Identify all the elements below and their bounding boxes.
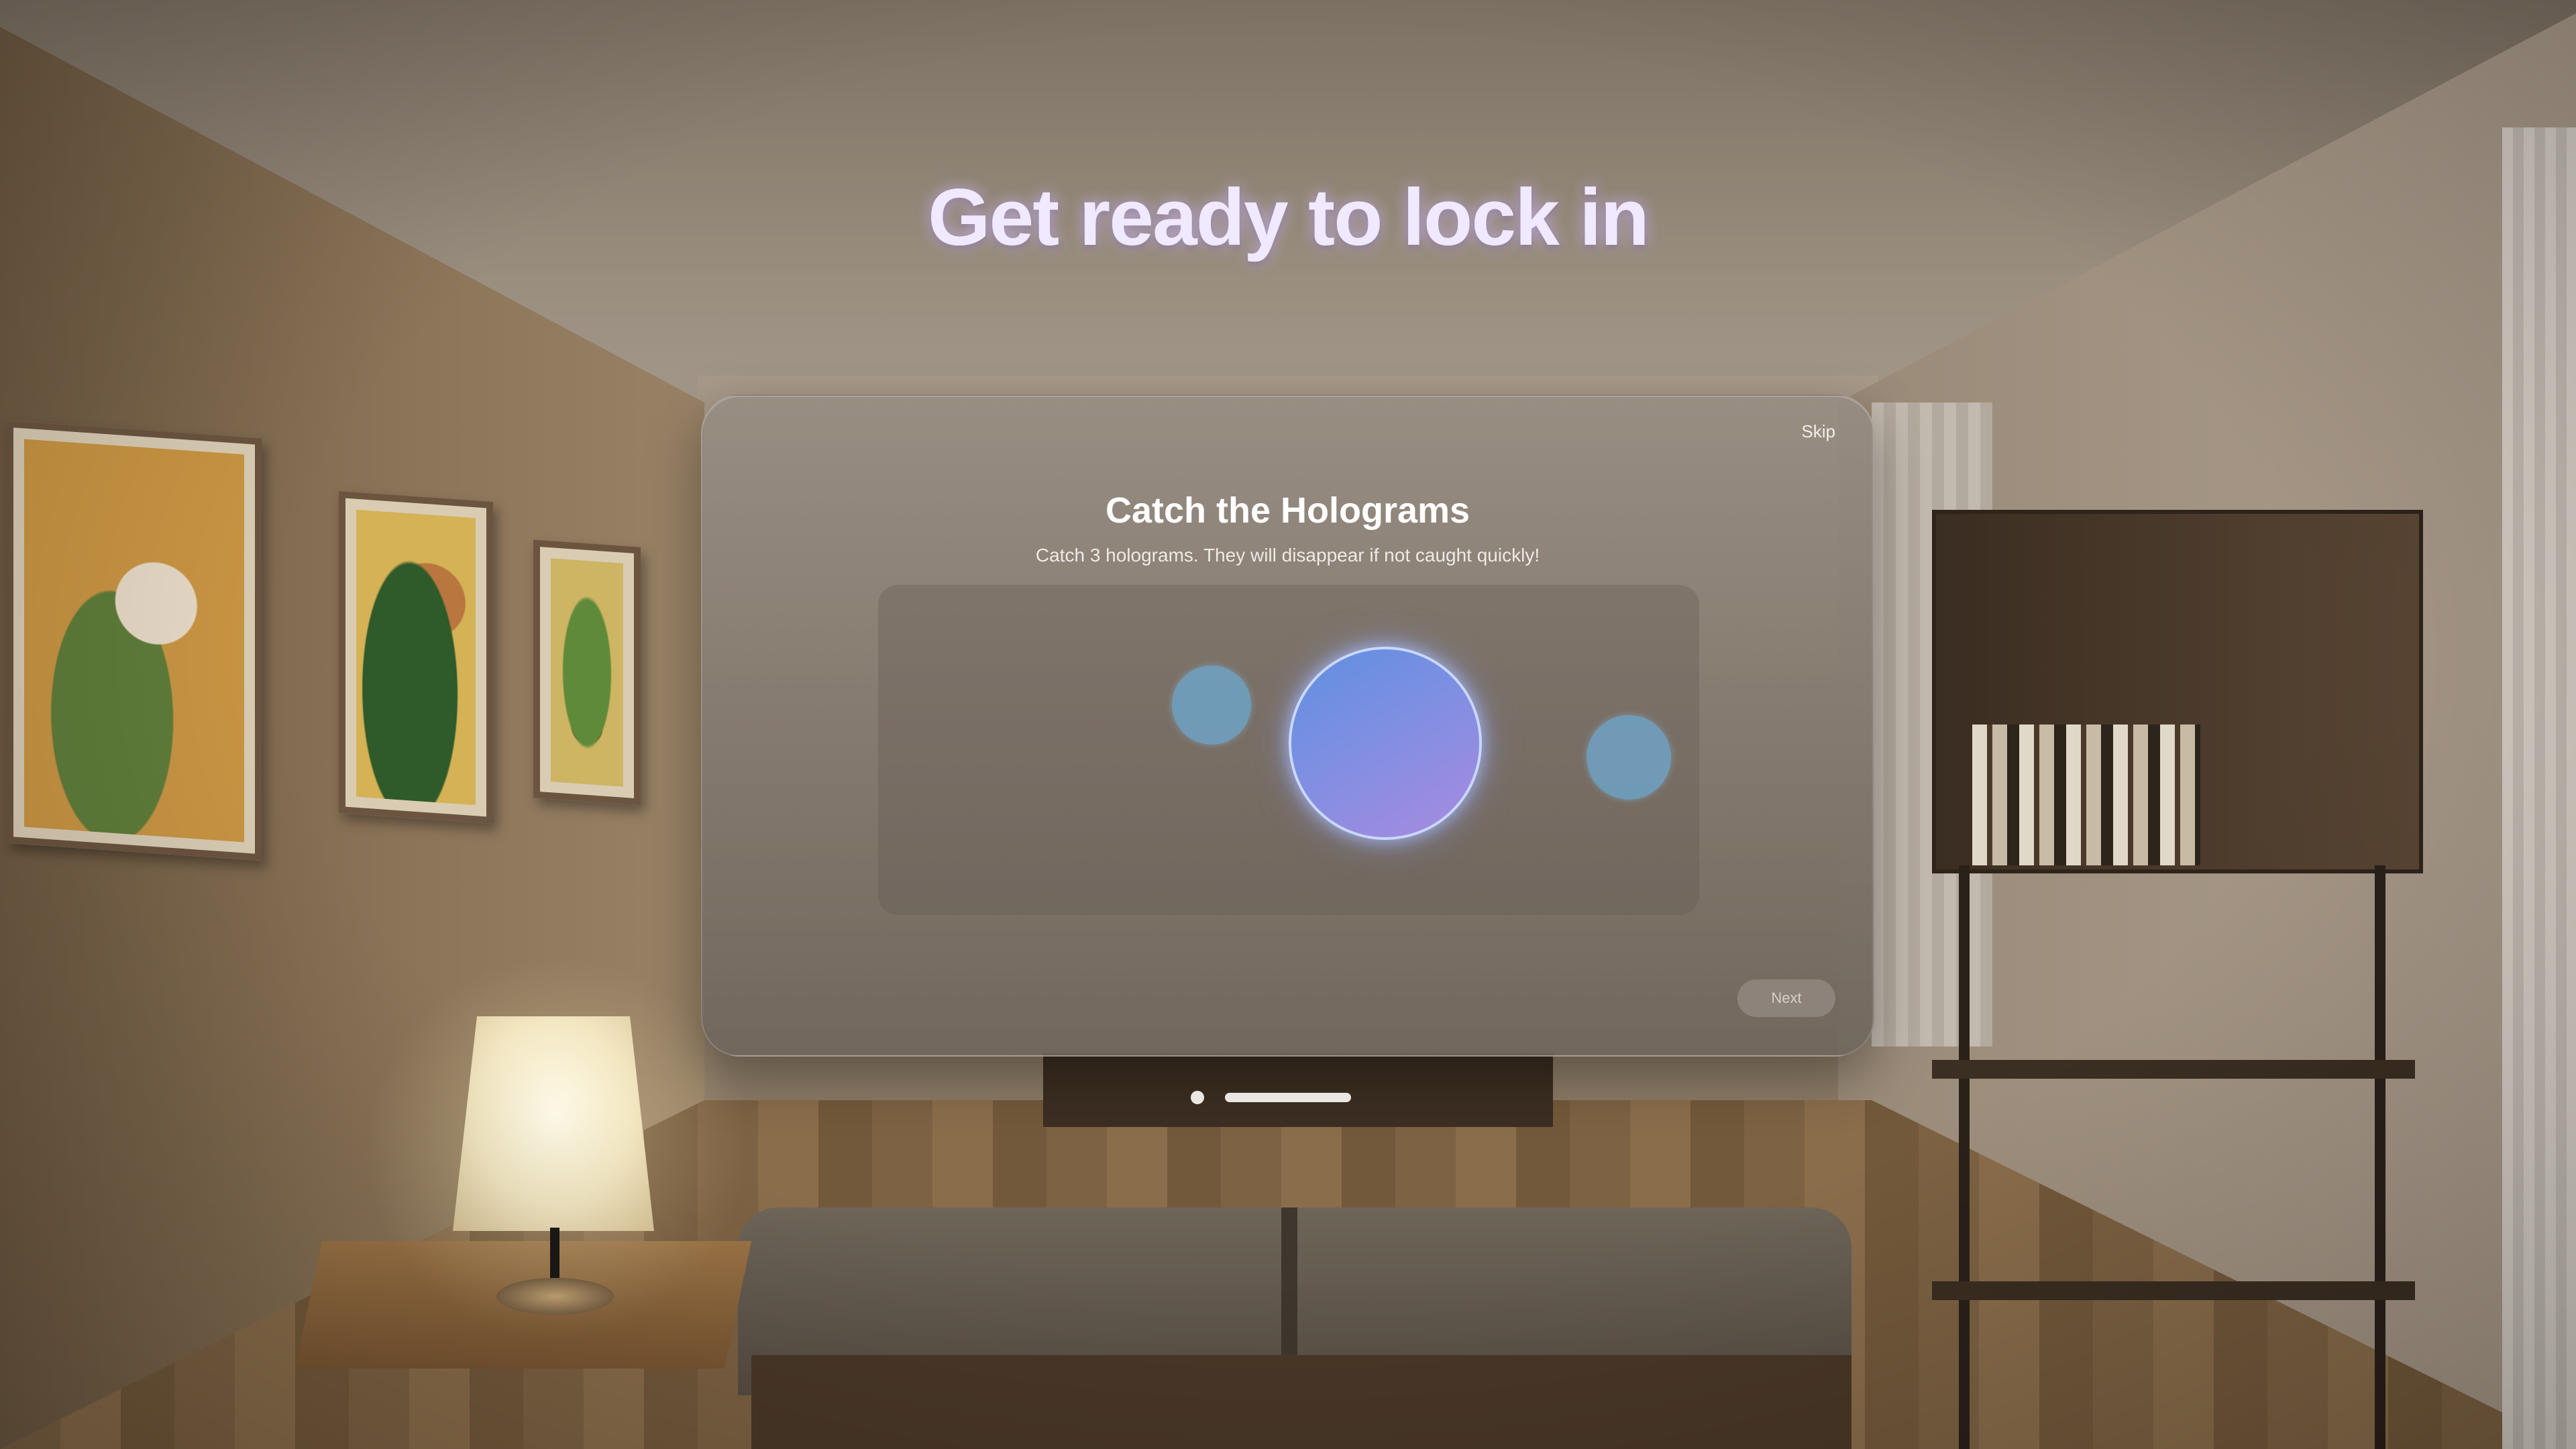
headline: Get ready to lock in: [928, 172, 1650, 262]
window-grab-bar[interactable]: [1225, 1093, 1351, 1102]
next-button[interactable]: Next: [1737, 979, 1835, 1017]
hologram-orb-active[interactable]: [1289, 647, 1482, 840]
hologram-orb[interactable]: [1172, 665, 1251, 745]
onboarding-window: Skip Catch the Holograms Catch 3 hologra…: [701, 394, 1874, 1057]
window-subtitle: Catch 3 holograms. They will disappear i…: [1035, 545, 1540, 566]
hologram-orb[interactable]: [1587, 715, 1671, 800]
window-close-dot[interactable]: [1191, 1091, 1204, 1104]
window-title: Catch the Holograms: [1105, 490, 1470, 531]
skip-button[interactable]: Skip: [1801, 421, 1835, 442]
hologram-play-area: [878, 585, 1699, 915]
